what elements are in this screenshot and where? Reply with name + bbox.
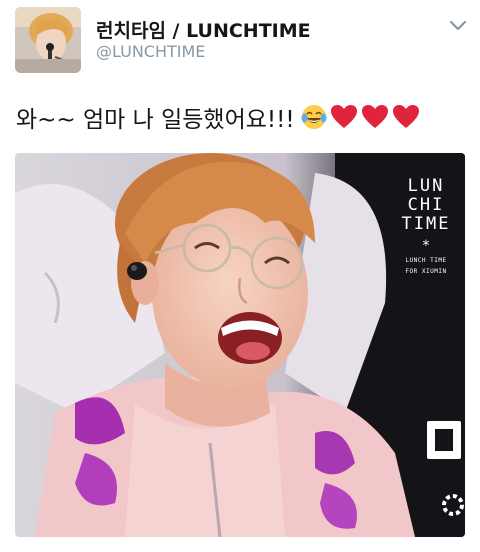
watermark-logo: LUN CHI TIME * LUNCH TIME FOR XIUMIN	[397, 177, 455, 276]
emoji-row	[301, 104, 420, 130]
watermark-title-3: TIME	[401, 214, 451, 234]
avatar[interactable]	[15, 7, 81, 73]
tweet-photo[interactable]: LUN CHI TIME * LUNCH TIME FOR XIUMIN	[15, 153, 465, 537]
watermark-title-2: CHI	[407, 195, 445, 215]
red-heart-icon	[330, 105, 357, 128]
face-with-tears-of-joy-icon	[301, 105, 327, 129]
chevron-down-icon[interactable]	[448, 18, 468, 34]
watermark-sub-2: FOR XIUMIN	[405, 268, 447, 275]
tweet-text: 와~~ 엄마 나 일등했어요!!!	[16, 100, 420, 134]
watermark-sub-1: LUNCH TIME	[405, 257, 447, 264]
red-heart-icon	[392, 105, 419, 128]
red-heart-icon	[361, 105, 388, 128]
watermark-title-1: LUN	[407, 176, 445, 196]
avatar-image	[15, 7, 81, 73]
user-handle[interactable]: @LUNCHTIME	[96, 42, 205, 61]
display-name[interactable]: 런치타임 / LUNCHTIME	[96, 16, 311, 43]
watermark-star: *	[421, 238, 431, 254]
tweet-text-body: 와~~ 엄마 나 일등했어요!!!	[16, 107, 295, 133]
